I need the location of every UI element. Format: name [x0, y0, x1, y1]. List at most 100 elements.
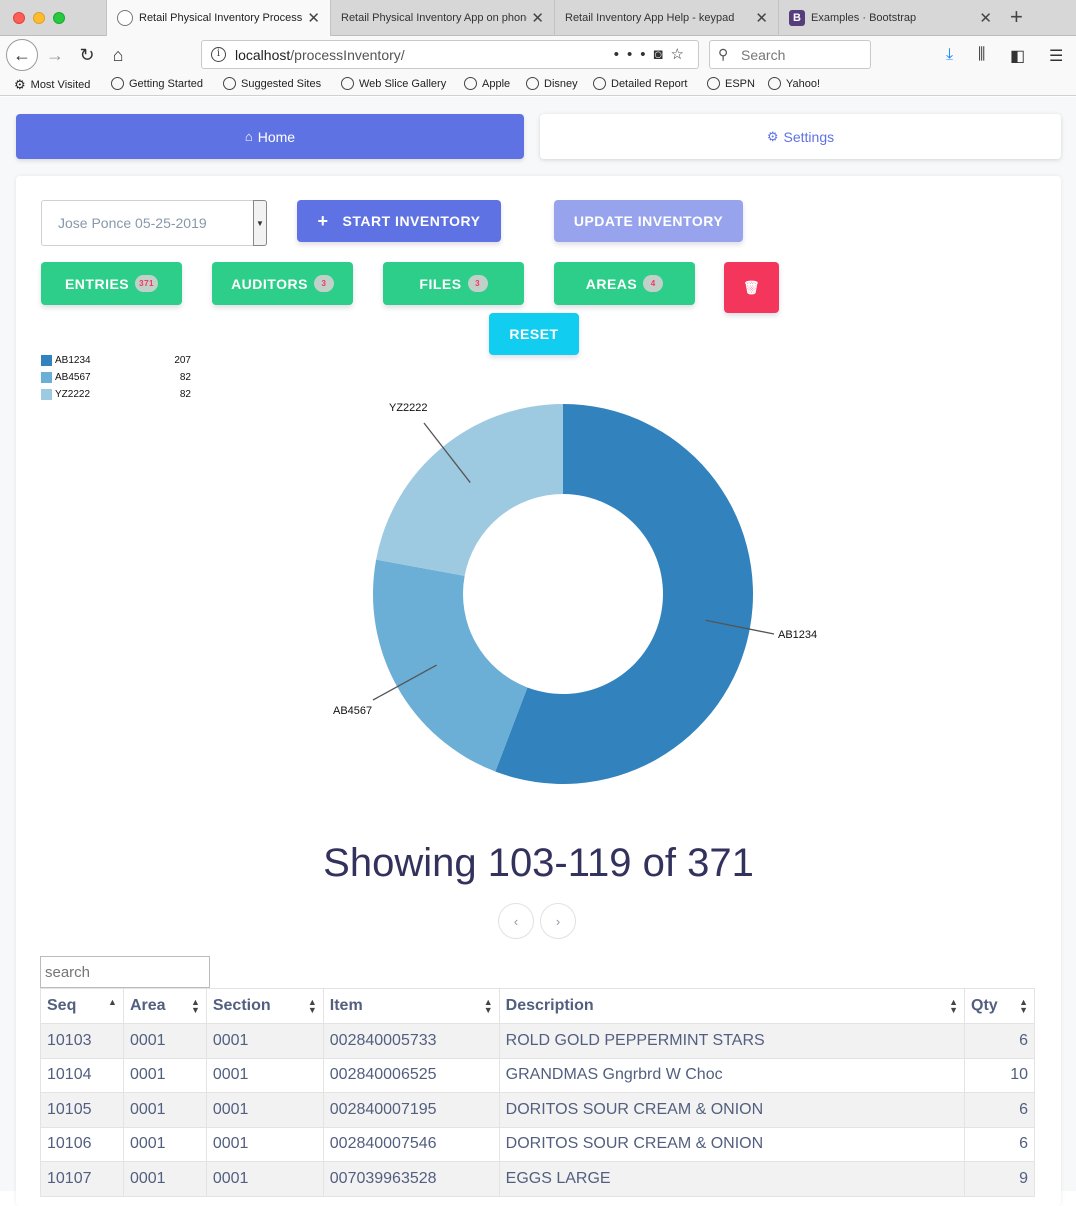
- sort-icon[interactable]: ▲ ▼: [484, 998, 493, 1015]
- globe-icon: [593, 77, 606, 90]
- search-bar[interactable]: ⚲ Search: [709, 40, 871, 69]
- gear-icon: ⚙: [14, 77, 26, 92]
- bookmark-item[interactable]: ESPN: [707, 77, 755, 90]
- url-path: /processInventory/: [290, 47, 405, 63]
- url-bar[interactable]: i localhost/processInventory/ •••◙☆: [201, 40, 699, 69]
- sidebar-icon[interactable]: ◧: [1010, 46, 1025, 66]
- tab-close-icon[interactable]: ✕: [979, 9, 992, 27]
- column-header-section[interactable]: Section ▲ ▼: [205, 988, 324, 1024]
- column-header-seq[interactable]: Seq ▲: [40, 988, 124, 1024]
- browser-tab[interactable]: Retail Physical Inventory App on phone ✕: [330, 0, 554, 36]
- sort-icon[interactable]: ▲ ▼: [191, 998, 200, 1015]
- home-icon[interactable]: ⌂: [103, 40, 133, 70]
- bookmark-item[interactable]: Yahoo!: [768, 77, 820, 90]
- chevron-right-icon: ›: [555, 913, 561, 929]
- bookmarks-bar: ⚙ Most Visited Getting Started Suggested …: [0, 74, 1076, 96]
- cell-qty: 10: [964, 1057, 1035, 1093]
- column-label: Section: [212, 997, 271, 1014]
- column-label: Area: [129, 997, 166, 1014]
- sort-icon[interactable]: ▲ ▼: [1019, 998, 1028, 1015]
- cell-item: 002840007546: [322, 1126, 500, 1162]
- bookmark-item[interactable]: Detailed Report: [593, 77, 687, 90]
- cell-seq: 10103: [40, 1023, 124, 1059]
- window-minimize-button[interactable]: [33, 12, 45, 24]
- cell-section: 0001: [205, 1023, 324, 1059]
- bookmark-item[interactable]: Apple: [464, 77, 510, 90]
- column-header-description[interactable]: Description ▲ ▼: [498, 988, 966, 1024]
- previous-page-button[interactable]: ‹: [498, 903, 534, 939]
- cell-section: 0001: [205, 1092, 324, 1128]
- settings-button[interactable]: ⚙ Settings: [540, 114, 1061, 159]
- sort-ascending-icon[interactable]: ▲: [108, 998, 117, 1007]
- cell-section: 0001: [205, 1126, 324, 1162]
- pagination-summary: Showing 103-119 of 371: [323, 841, 754, 885]
- bookmark-label: Apple: [482, 77, 511, 90]
- globe-icon: [111, 77, 124, 90]
- back-arrow-icon[interactable]: ←: [6, 39, 38, 71]
- column-label: Item: [329, 997, 363, 1014]
- cell-description: DORITOS SOUR CREAM & ONION: [498, 1126, 966, 1162]
- table-row[interactable]: 10104 0001 0001 002840006525 GRANDMAS Gn…: [40, 1057, 1035, 1093]
- bookmark-item[interactable]: Suggested Sites: [223, 77, 321, 90]
- gear-icon: ⚙: [766, 128, 779, 144]
- browser-tab[interactable]: B Examples · Bootstrap ✕: [778, 0, 1002, 36]
- cell-area: 0001: [122, 1023, 207, 1059]
- window-close-button[interactable]: [13, 12, 25, 24]
- more-actions-icon[interactable]: •••: [614, 46, 654, 63]
- tab-label: Retail Inventory App Help - keypad: [565, 12, 735, 24]
- window-zoom-button[interactable]: [53, 12, 65, 24]
- tab-label: Retail Physical Inventory Process: [139, 12, 303, 24]
- donut-slice-ab4567[interactable]: [372, 559, 528, 772]
- browser-tab-active[interactable]: Retail Physical Inventory Process ✕: [106, 0, 330, 36]
- bookmark-label: Yahoo!: [786, 77, 821, 90]
- slice-label: AB1234: [778, 629, 817, 641]
- sort-icon[interactable]: ▲ ▼: [949, 998, 958, 1015]
- url-host: localhost: [235, 47, 291, 63]
- url-text[interactable]: localhost/processInventory/: [235, 47, 405, 63]
- cell-area: 0001: [122, 1092, 207, 1128]
- bookmark-item[interactable]: Getting Started: [111, 77, 203, 90]
- download-icon[interactable]: ⤓: [946, 46, 953, 64]
- tab-close-icon[interactable]: ✕: [755, 9, 768, 27]
- bookmark-star-icon[interactable]: ☆: [671, 46, 692, 63]
- home-button[interactable]: ⌂ Home: [16, 114, 524, 159]
- next-page-button[interactable]: ›: [540, 903, 576, 939]
- reload-icon[interactable]: ↻: [72, 40, 102, 70]
- tab-close-icon[interactable]: ✕: [307, 9, 320, 27]
- bookmark-item[interactable]: Disney: [526, 77, 578, 90]
- donut-slice-yz2222[interactable]: [376, 404, 563, 576]
- browser-tab[interactable]: Retail Inventory App Help - keypad ✕: [554, 0, 778, 36]
- sort-icon[interactable]: ▲ ▼: [308, 998, 317, 1015]
- bookmark-label: Getting Started: [129, 77, 203, 90]
- tab-label: Retail Physical Inventory App on phone: [341, 12, 527, 24]
- search-icon: ⚲: [718, 46, 729, 62]
- tab-close-icon[interactable]: ✕: [531, 9, 544, 27]
- forward-arrow-icon[interactable]: →: [40, 40, 70, 70]
- browser-tab-bar: Retail Physical Inventory Process ✕ Reta…: [0, 0, 1076, 36]
- table-search-input[interactable]: [40, 956, 210, 988]
- new-tab-icon[interactable]: +: [1010, 4, 1023, 30]
- column-header-qty[interactable]: Qty ▲ ▼: [964, 988, 1035, 1024]
- cell-description: GRANDMAS Gngrbrd W Choc: [498, 1057, 966, 1093]
- column-header-area[interactable]: Area ▲ ▼: [122, 988, 207, 1024]
- library-icon[interactable]: ⫼: [978, 46, 985, 64]
- globe-icon: [707, 77, 720, 90]
- tab-label: Examples · Bootstrap: [811, 12, 917, 24]
- settings-label: Settings: [783, 128, 835, 145]
- table-row[interactable]: 10105 0001 0001 002840007195 DORITOS SOU…: [40, 1092, 1035, 1128]
- bookmark-label: ESPN: [725, 77, 755, 90]
- browser-toolbar: ← → ↻ ⌂ i localhost/processInventory/ ••…: [0, 36, 1076, 74]
- bookmark-item[interactable]: ⚙ Most Visited: [14, 77, 90, 93]
- cell-qty: 6: [964, 1126, 1035, 1162]
- globe-icon: [341, 77, 354, 90]
- cell-seq: 10106: [40, 1126, 124, 1162]
- bookmark-item[interactable]: Web Slice Gallery: [341, 77, 446, 90]
- pocket-icon[interactable]: ◙: [653, 46, 670, 63]
- menu-icon[interactable]: ☰: [1049, 46, 1063, 66]
- column-header-item[interactable]: Item ▲ ▼: [322, 988, 500, 1024]
- column-label: Description: [505, 997, 594, 1014]
- table-row[interactable]: 10106 0001 0001 002840007546 DORITOS SOU…: [40, 1126, 1035, 1162]
- table-row[interactable]: 10103 0001 0001 002840005733 ROLD GOLD P…: [40, 1023, 1035, 1059]
- inventory-card: Jose Ponce 05-25-2019 ▼ + START INVENTOR…: [16, 176, 1061, 1206]
- info-icon[interactable]: i: [211, 47, 226, 62]
